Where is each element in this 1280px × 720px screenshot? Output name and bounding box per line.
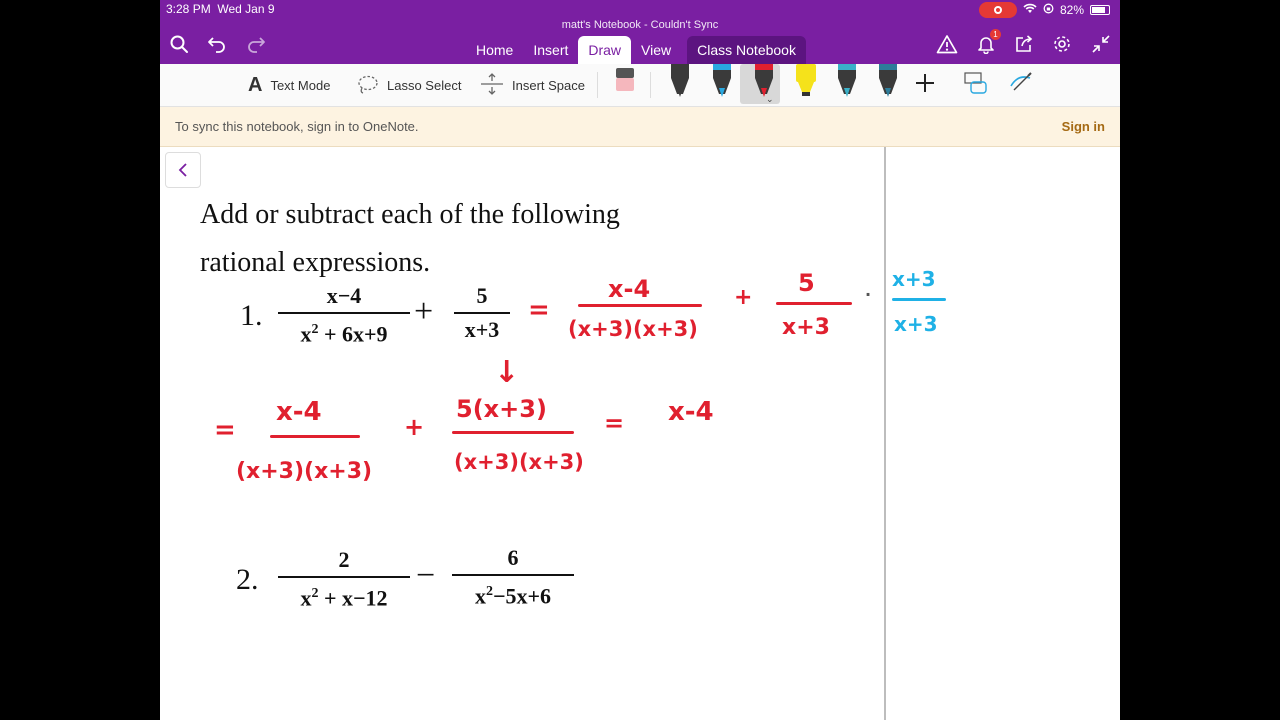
worksheet-heading: Add or subtract each of the following ra… [200, 191, 700, 287]
settings-gear-icon[interactable] [1049, 33, 1075, 55]
notebook-page-canvas[interactable]: Add or subtract each of the following ra… [160, 147, 1120, 720]
lasso-select-button[interactable]: Lasso Select [357, 74, 461, 96]
ink-plus: + [734, 285, 753, 310]
problem-2-operator: − [416, 557, 436, 594]
ink-fraction-bar [452, 431, 574, 434]
pen-icon[interactable] [705, 64, 739, 100]
highlighter-icon[interactable] [789, 64, 823, 100]
warning-icon[interactable] [934, 33, 960, 55]
ink-fraction-bar [578, 304, 702, 307]
draw-toolbar: A Text Mode Lasso Select Insert Space ⌄ [160, 64, 1120, 107]
lasso-icon [357, 74, 379, 97]
undo-icon[interactable] [204, 33, 230, 55]
text-mode-label: Text Mode [270, 77, 331, 93]
lasso-select-label: Lasso Select [387, 77, 462, 93]
status-bar-right: 82% [978, 2, 1110, 18]
ink-equals: = [604, 409, 625, 437]
ribbon-tabs: Home Insert Draw View Class Notebook [466, 36, 806, 64]
battery-percent: 82% [1059, 3, 1084, 17]
add-pen-plus-icon[interactable] [914, 72, 936, 99]
search-icon[interactable] [166, 33, 192, 55]
text-mode-button[interactable]: A Text Mode [248, 74, 330, 96]
status-time: 3:28 PM Wed Jan 9 [166, 2, 275, 16]
battery-icon [1090, 5, 1110, 15]
insert-space-icon [480, 72, 504, 99]
eraser-icon[interactable] [614, 66, 636, 99]
tab-draw[interactable]: Draw [578, 36, 632, 64]
sign-in-link[interactable]: Sign in [1062, 119, 1105, 134]
page-margin-divider [884, 147, 886, 720]
pen-icon[interactable] [830, 64, 864, 100]
ink-denominator: x+3 [782, 315, 830, 340]
problem-2-fraction-1: 2 x2 + x−12 [278, 547, 410, 611]
ink-numerator: 5 [798, 269, 815, 297]
chevron-left-icon [178, 163, 187, 177]
share-icon[interactable] [1011, 33, 1037, 55]
chevron-down-icon[interactable]: ⌄ [766, 94, 774, 105]
tab-view[interactable]: View [631, 36, 681, 64]
ink-numerator: x+3 [892, 267, 936, 291]
ink-fraction-bar [892, 298, 946, 301]
tab-home[interactable]: Home [466, 36, 523, 64]
tab-class-notebook[interactable]: Class Notebook [687, 36, 806, 64]
problem-2-number: 2. [236, 563, 259, 596]
toolbar-divider [650, 72, 651, 98]
problem-1-number: 1. [240, 299, 263, 332]
ink-numerator: x-4 [608, 275, 651, 303]
collapse-fullscreen-icon[interactable] [1088, 33, 1114, 55]
ink-equals: = [528, 295, 550, 325]
screen-recording-icon [978, 2, 1017, 18]
insert-space-button[interactable]: Insert Space [480, 72, 585, 99]
orientation-lock-icon [1043, 3, 1054, 17]
notification-badge: 1 [990, 29, 1001, 40]
pen-icon[interactable] [747, 64, 781, 100]
back-button[interactable] [165, 152, 201, 188]
problem-1-fraction-2: 5 x+3 [454, 283, 510, 343]
problem-1-operator: + [414, 293, 434, 330]
ink-fraction-bar [270, 435, 360, 438]
notebook-title: matt's Notebook - Couldn't Sync [561, 19, 719, 31]
pen-icon[interactable] [871, 64, 905, 100]
sync-banner: To sync this notebook, sign in to OneNot… [160, 107, 1120, 147]
ink-multiply-dot: · [865, 285, 872, 304]
wifi-icon [1023, 3, 1037, 17]
ink-fraction-bar [776, 302, 852, 305]
toolbar-divider [597, 72, 598, 98]
ink-denominator: (x+3)(x+3) [454, 450, 584, 474]
ink-numerator: 5(x+3) [456, 395, 547, 423]
app-header: 3:28 PM Wed Jan 9 82% matt's Notebook - … [160, 0, 1120, 64]
ink-plus: + [404, 413, 425, 441]
pen-icon[interactable] [663, 64, 697, 100]
heading-line-1: Add or subtract each of the following [200, 199, 620, 230]
ink-result: x-4 [668, 397, 714, 427]
ink-replay-icon[interactable] [1008, 70, 1034, 101]
redo-icon[interactable] [243, 33, 269, 55]
ink-equals: = [214, 415, 236, 445]
sync-message: To sync this notebook, sign in to OneNot… [175, 119, 419, 134]
ink-denominator: (x+3)(x+3) [568, 317, 698, 341]
problem-2-fraction-2: 6 x2−5x+6 [452, 545, 574, 609]
tab-insert[interactable]: Insert [523, 36, 578, 64]
onenote-window: 3:28 PM Wed Jan 9 82% matt's Notebook - … [160, 0, 1120, 720]
insert-space-label: Insert Space [512, 77, 585, 93]
text-cursor-icon: A [248, 73, 263, 96]
ink-down-arrow: ↓ [494, 355, 520, 390]
ink-denominator: (x+3)(x+3) [236, 459, 373, 484]
ink-to-shape-icon[interactable] [962, 70, 988, 101]
notifications-bell-icon[interactable]: 1 [973, 29, 1001, 55]
ink-denominator: x+3 [894, 312, 938, 336]
problem-1-fraction-1: x−4 x2 + 6x+9 [278, 283, 410, 347]
ink-numerator: x-4 [276, 397, 322, 427]
